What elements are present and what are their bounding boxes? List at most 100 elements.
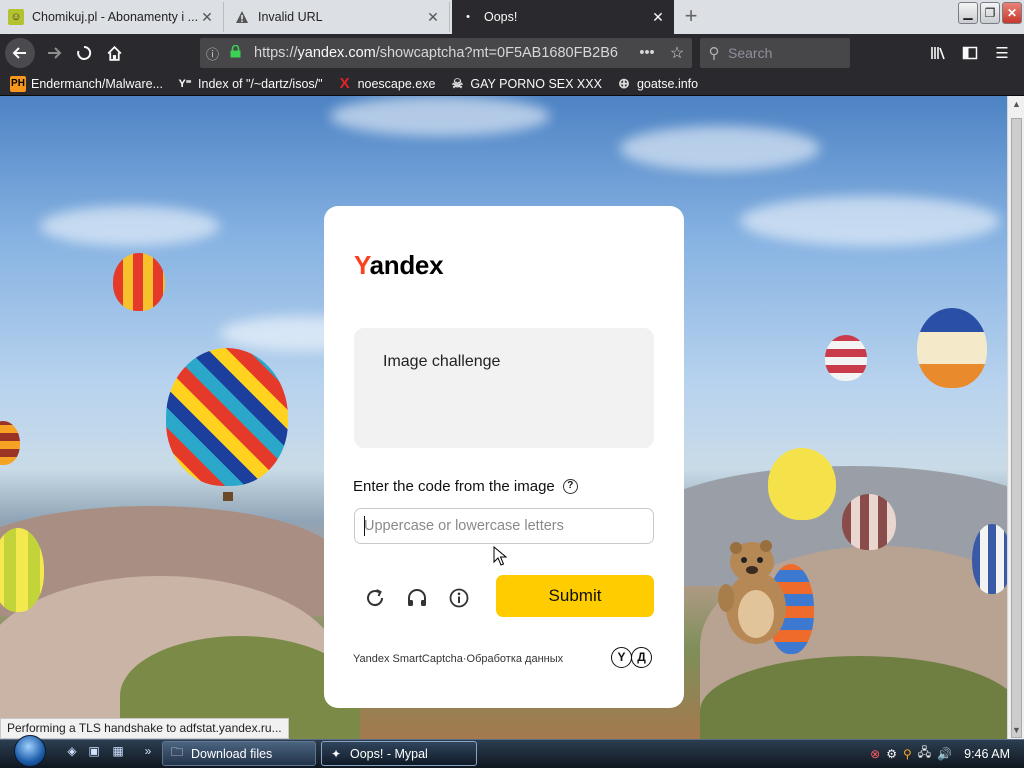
url-scheme: https:// (254, 45, 298, 61)
url-text[interactable]: https://yandex.com/showcaptcha?mt=0F5AB1… (254, 45, 632, 61)
tab-strip: ☺ Chomikuj.pl - Abonamenty i ... ✕ Inval… (0, 0, 1024, 34)
balloon-image (825, 335, 867, 381)
back-arrow-icon (12, 47, 26, 59)
status-tooltip: Performing a TLS handshake to adfstat.ya… (0, 718, 289, 739)
headphones-icon (408, 589, 426, 606)
taskbar-item-mypal[interactable]: ✦ Oops! - Mypal (321, 741, 477, 766)
network-icon[interactable]: 🖧 (918, 743, 931, 764)
close-window-button[interactable]: ✕ (1002, 2, 1022, 24)
yandex-logo: Yandex (354, 250, 444, 281)
url-host: yandex.com (297, 45, 376, 61)
forward-button[interactable] (39, 38, 69, 68)
balloon-image (0, 421, 20, 465)
smartcaptcha-footer-link[interactable]: Yandex SmartCaptcha·Обработка данных (353, 653, 563, 665)
tab-title: Oops! (484, 10, 518, 24)
minimize-button[interactable]: ▁ (958, 2, 978, 24)
tab-oops-active[interactable]: • Oops! ✕ (452, 0, 674, 34)
loading-dot-icon: • (466, 11, 470, 23)
yc-favicon-icon: Y⁼ (178, 78, 192, 90)
tray-app-icon[interactable]: ⚙ (886, 747, 897, 761)
balloon-image (917, 308, 987, 388)
globe-icon: ⊕ (618, 75, 630, 91)
yandex-y-badge-icon: Y (611, 647, 632, 668)
tab-invalid-url[interactable]: Invalid URL ✕ (226, 2, 450, 32)
image-challenge-box: Image challenge (354, 328, 654, 448)
home-icon (106, 45, 122, 61)
bookmark-item[interactable]: X noescape.exe (337, 75, 436, 92)
volume-icon[interactable]: 🔊 (937, 747, 952, 761)
url-path: /showcaptcha?mt=0F5AB1680FB2B6 (375, 45, 618, 61)
balloon-image (113, 253, 165, 311)
quicklaunch-overflow-icon[interactable]: » (140, 744, 156, 760)
toolbar-right: ☰ (922, 38, 1018, 68)
balloon-image (768, 448, 836, 520)
sidebar-icon[interactable] (954, 38, 986, 68)
bookmark-label: GAY PORNO SEX XXX (470, 76, 602, 91)
bookmark-star-icon[interactable]: ☆ (662, 43, 692, 63)
home-button[interactable] (99, 38, 129, 68)
tray-search-icon[interactable]: ⚲ (903, 747, 912, 761)
bookmark-item[interactable]: ⊕ goatse.info (616, 75, 699, 92)
vertical-scrollbar[interactable]: ▲ ▼ (1007, 96, 1024, 739)
balloon-image (972, 524, 1007, 594)
loading-spinner-icon (77, 45, 92, 60)
audio-challenge-button[interactable] (404, 585, 430, 611)
yandex-d-badge-icon: Д (631, 647, 652, 668)
search-icon: ⚲ (708, 45, 720, 62)
task-label: Download files (191, 746, 273, 761)
close-tab-icon[interactable]: ✕ (425, 9, 441, 26)
app-quicklaunch-icon[interactable]: ▦ (110, 744, 126, 760)
show-desktop-icon[interactable]: ▣ (86, 744, 102, 760)
info-icon[interactable]: ⓘ (206, 44, 230, 63)
tab-chomikuj[interactable]: ☺ Chomikuj.pl - Abonamenty i ... ✕ (0, 2, 224, 32)
bookmark-label: noescape.exe (357, 76, 436, 91)
bookmark-label: Endermanch/Malware... (31, 76, 164, 91)
window-controls: ▁ ❐ ✕ (958, 2, 1022, 24)
stop-loading-button[interactable] (69, 38, 99, 68)
start-button[interactable] (8, 735, 50, 768)
mouse-pointer-icon (493, 546, 507, 566)
scroll-up-icon[interactable]: ▲ (1008, 96, 1024, 113)
refresh-button[interactable] (362, 585, 388, 611)
scroll-thumb[interactable] (1011, 118, 1022, 738)
bookmark-item[interactable]: PH Endermanch/Malware... (10, 75, 164, 92)
challenge-label: Image challenge (383, 353, 501, 370)
tab-title: Invalid URL (258, 10, 323, 24)
library-icon[interactable] (922, 38, 954, 68)
balloon-image (166, 348, 288, 486)
lock-icon[interactable] (230, 44, 248, 61)
info-circle-icon (449, 588, 469, 608)
bookmark-item[interactable]: Y⁼ Index of "/~dartz/isos/" (177, 76, 322, 92)
page-actions-icon[interactable]: ••• (632, 45, 662, 61)
gopher-mascot-icon (718, 540, 786, 644)
pornhub-favicon-icon: PH (10, 75, 26, 92)
search-placeholder: Search (728, 45, 773, 61)
bookmark-label: goatse.info (636, 76, 699, 91)
scroll-down-icon[interactable]: ▼ (1008, 722, 1024, 739)
bookmark-item[interactable]: ☠ GAY PORNO SEX XXX (449, 76, 602, 92)
search-box[interactable]: ⚲ Search (700, 38, 850, 68)
logo-first-letter: Y (354, 250, 370, 280)
logo-rest: andex (369, 250, 444, 280)
help-icon[interactable]: ? (562, 479, 578, 494)
address-bar[interactable]: ⓘ https://yandex.com/showcaptcha?mt=0F5A… (200, 38, 692, 68)
taskbar-item-download-files[interactable]: 🗀 Download files (162, 741, 316, 766)
close-tab-icon[interactable]: ✕ (650, 9, 666, 26)
menu-icon[interactable]: ☰ (986, 38, 1018, 68)
text-cursor (364, 516, 365, 536)
close-tab-icon[interactable]: ✕ (199, 9, 215, 26)
red-x-icon: X (339, 75, 350, 92)
captcha-code-input[interactable] (354, 508, 654, 544)
navigation-toolbar: ⓘ https://yandex.com/showcaptcha?mt=0F5A… (0, 34, 1024, 72)
yandex-badges: Y Д (611, 647, 652, 668)
new-tab-button[interactable]: + (678, 4, 704, 30)
security-alert-icon[interactable]: ⊗ (870, 747, 880, 761)
forward-arrow-icon (48, 47, 62, 59)
clock[interactable]: 9:46 AM (964, 747, 1010, 761)
back-button[interactable] (5, 38, 35, 68)
info-button[interactable] (446, 585, 472, 611)
bookmarks-toolbar: PH Endermanch/Malware... Y⁼ Index of "/~… (0, 72, 1024, 96)
submit-button[interactable]: Submit (496, 575, 654, 617)
restore-button[interactable]: ❐ (980, 2, 1000, 24)
ie-quicklaunch-icon[interactable]: ◈ (64, 744, 80, 760)
